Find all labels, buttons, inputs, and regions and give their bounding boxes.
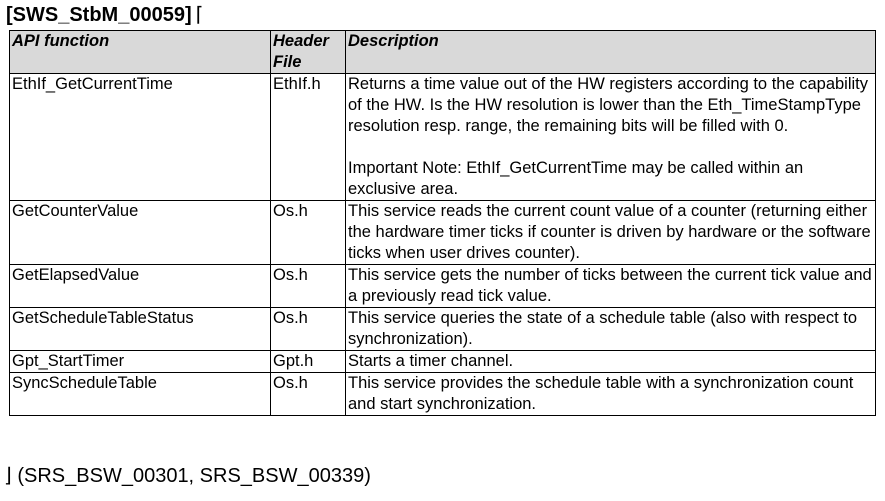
table-row: Gpt_StartTimer Gpt.h Starts a timer chan… <box>9 350 876 373</box>
description-note: Important Note: EthIf_GetCurrentTime may… <box>348 159 804 198</box>
description-paragraph: Starts a timer channel. <box>348 352 514 370</box>
header-description: Description <box>345 30 876 74</box>
header-file-cell: Gpt.h <box>270 350 346 373</box>
table-row: EthIf_GetCurrentTime EthIf.h Returns a t… <box>9 73 876 201</box>
api-name-cell: GetCounterValue <box>9 200 271 265</box>
description-cell: Returns a time value out of the HW regis… <box>345 73 876 201</box>
requirement-id: [SWS_StbM_00059] <box>6 4 192 26</box>
table-header-row: API function Header File Description <box>9 30 876 74</box>
description-cell: This service gets the number of ticks be… <box>345 264 876 308</box>
description-paragraph: This service reads the current count val… <box>348 202 871 262</box>
api-name-cell: EthIf_GetCurrentTime <box>9 73 271 201</box>
api-name-cell: SyncScheduleTable <box>9 372 271 416</box>
header-api-function: API function <box>9 30 271 74</box>
description-cell: This service provides the schedule table… <box>345 372 876 416</box>
table-row: SyncScheduleTable Os.h This service prov… <box>9 372 876 416</box>
description-paragraph: This service gets the number of ticks be… <box>348 266 872 305</box>
traceability-line: ⌋ (SRS_BSW_00301, SRS_BSW_00339) <box>4 465 371 487</box>
requirement-open-bracket: ⌈ <box>195 4 204 26</box>
description-cell: This service queries the state of a sche… <box>345 307 876 351</box>
header-file-cell: Os.h <box>270 372 346 416</box>
table-row: GetElapsedValue Os.h This service gets t… <box>9 264 876 308</box>
description-paragraph: Returns a time value out of the HW regis… <box>348 75 868 135</box>
header-file-cell: Os.h <box>270 307 346 351</box>
table-row: GetCounterValue Os.h This service reads … <box>9 200 876 265</box>
description-paragraph: This service queries the state of a sche… <box>348 309 858 348</box>
api-name-cell: GetScheduleTableStatus <box>9 307 271 351</box>
header-header-file: Header File <box>270 30 346 74</box>
table-row: GetScheduleTableStatus Os.h This service… <box>9 307 876 351</box>
header-file-cell: Os.h <box>270 200 346 265</box>
header-file-cell: EthIf.h <box>270 73 346 201</box>
description-cell: Starts a timer channel. <box>345 350 876 373</box>
api-function-table: API function Header File Description Eth… <box>9 30 876 416</box>
api-name-cell: Gpt_StartTimer <box>9 350 271 373</box>
description-paragraph: This service provides the schedule table… <box>348 374 854 413</box>
header-file-cell: Os.h <box>270 264 346 308</box>
description-cell: This service reads the current count val… <box>345 200 876 265</box>
requirement-heading: [SWS_StbM_00059] ⌈ <box>6 3 203 27</box>
api-name-cell: GetElapsedValue <box>9 264 271 308</box>
